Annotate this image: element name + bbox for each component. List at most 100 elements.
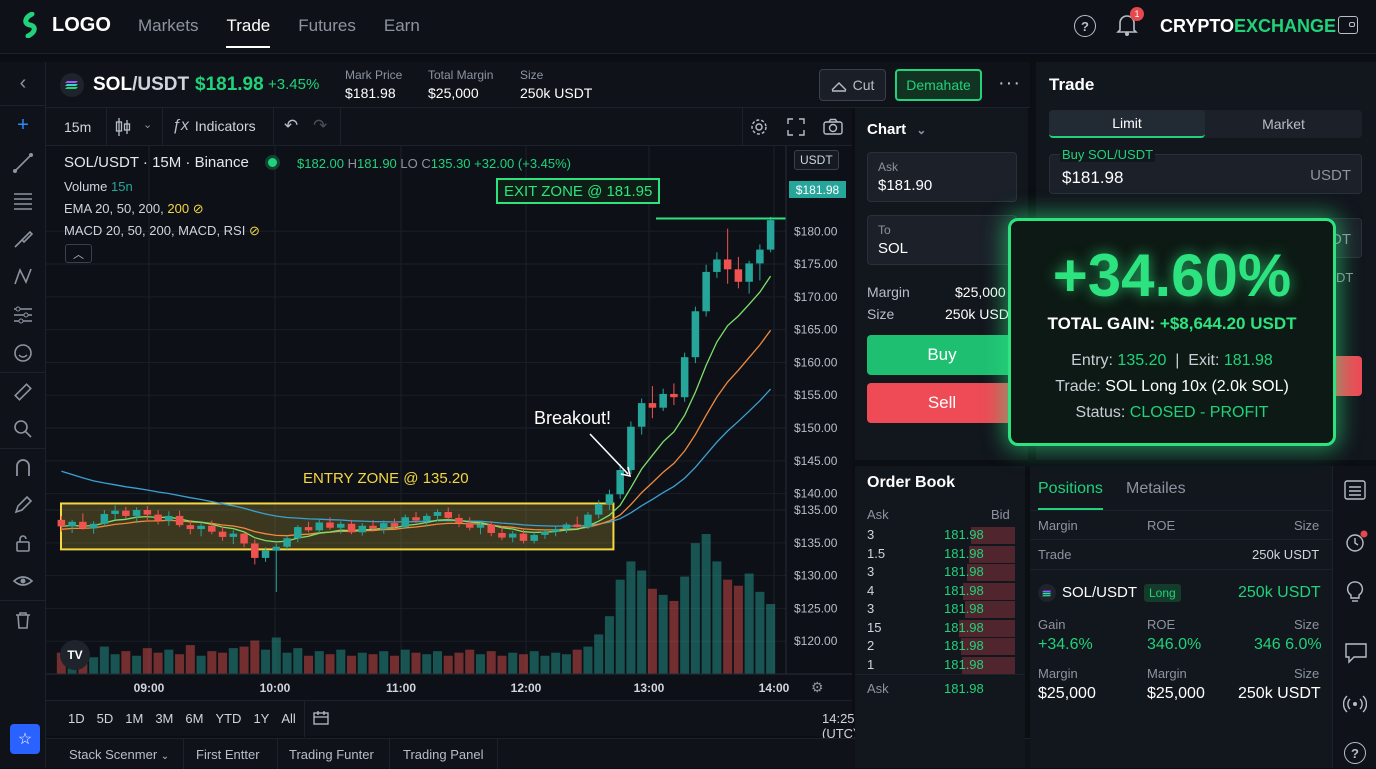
alarm-clock-icon[interactable] — [1344, 530, 1368, 557]
lock-icon[interactable] — [0, 524, 46, 562]
order-book: Order Book Ask Bid 3 181.98 1.5 181.98 3 181.… — [855, 466, 1025, 768]
trendline-icon[interactable] — [0, 144, 46, 182]
volume-bar — [250, 640, 260, 674]
total-gain-label: TOTAL GAIN: — [1047, 314, 1156, 333]
interval-selector[interactable]: 15m — [64, 119, 91, 135]
exit-label: Exit: — [1188, 352, 1220, 369]
timeframe-1y[interactable]: 1Y — [253, 711, 269, 726]
tab-stack-scenmer[interactable]: Stack Scenmer ⌄ — [69, 747, 169, 762]
price-chart[interactable]: $180.00 $175.00 $170.00 $165.00 $160.00 $155.… — [46, 146, 852, 700]
fib-icon[interactable] — [0, 296, 46, 334]
exit-value: 181.98 — [1223, 352, 1273, 369]
cut-button[interactable]: Cut — [819, 69, 886, 101]
order-book-row[interactable]: 1 181.98 — [855, 656, 1015, 675]
volume-bar — [626, 561, 636, 674]
volume-bar — [594, 634, 604, 674]
nav-earn[interactable]: Earn — [384, 16, 420, 48]
camera-icon[interactable] — [822, 117, 844, 140]
size-value: 250k USDT — [1238, 685, 1321, 702]
list-icon[interactable] — [1344, 480, 1366, 503]
tab-market[interactable]: Market — [1205, 110, 1362, 138]
y-tick-label: $130.00 — [794, 569, 838, 583]
demahate-button[interactable]: Demahate — [895, 69, 982, 101]
collapse-legend-icon[interactable]: ︿ — [65, 244, 92, 263]
timeframe-ytd[interactable]: YTD — [215, 711, 241, 726]
order-book-row[interactable]: 3 181.98 — [855, 526, 1015, 545]
trash-icon[interactable] — [0, 600, 46, 638]
help-icon[interactable]: ? — [1074, 15, 1096, 37]
horizontal-lines-icon[interactable] — [0, 182, 46, 220]
notifications-button[interactable]: 1 — [1116, 7, 1144, 39]
legend-ohlc: $182.00 H181.90 LO C135.30 +32.00 (+3.45… — [297, 156, 571, 171]
tab-trading-panel[interactable]: Trading Panel — [403, 747, 483, 762]
ruler-icon[interactable] — [0, 372, 46, 410]
date-range-icon[interactable] — [312, 710, 330, 729]
undo-icon[interactable]: ↶ — [284, 116, 298, 136]
nav-futures[interactable]: Futures — [298, 16, 356, 48]
hide-eye-icon[interactable]: ⊘ — [249, 223, 260, 238]
magnet-icon[interactable] — [0, 448, 46, 486]
volume-bar — [744, 573, 754, 674]
timeframe-1d[interactable]: 1D — [68, 711, 85, 726]
pencil-lock-icon[interactable] — [0, 486, 46, 524]
timeframe-3m[interactable]: 3M — [155, 711, 173, 726]
timeframe-5d[interactable]: 5D — [97, 711, 114, 726]
candle-body — [508, 533, 517, 538]
pattern-icon[interactable] — [0, 258, 46, 296]
fullscreen-icon[interactable] — [786, 117, 806, 140]
order-book-row[interactable]: 4 181.98 — [855, 582, 1015, 601]
size-value: 250k USDT — [945, 306, 1018, 322]
back-arrow-icon[interactable]: ‹ — [0, 62, 46, 106]
tab-metailes[interactable]: Metailes — [1126, 480, 1186, 498]
order-form-panel: Chart ⌄ Ask $181.90 To SOL Margin $25,00… — [855, 108, 1028, 460]
help-icon[interactable]: ? — [1344, 742, 1366, 764]
timeframe-all[interactable]: All — [281, 711, 295, 726]
ask-value: $181.90 — [878, 177, 933, 194]
order-book-row[interactable]: 15 181.98 — [855, 619, 1015, 638]
tab-first-entter[interactable]: First Entter — [196, 747, 260, 762]
favorite-star-icon[interactable]: ☆ — [10, 724, 40, 754]
volume-bar — [218, 652, 228, 674]
buy-price-field[interactable]: Buy SOL/USDT $181.98 USDT — [1049, 147, 1362, 194]
eye-icon[interactable] — [0, 562, 46, 600]
timeframe-1m[interactable]: 1M — [125, 711, 143, 726]
tab-limit[interactable]: Limit — [1049, 110, 1205, 138]
size-value: 346 6.0% — [1254, 636, 1322, 653]
position-pair[interactable]: SOL/USDT — [1062, 584, 1137, 601]
indicators-button[interactable]: ƒx Indicators — [172, 117, 256, 135]
order-book-row[interactable]: 3 181.98 — [855, 563, 1015, 582]
nav-markets[interactable]: Markets — [138, 16, 198, 48]
settings-gear-icon[interactable] — [749, 117, 769, 140]
breakout-arrow — [589, 433, 629, 475]
brush-icon[interactable] — [0, 220, 46, 258]
tab-positions[interactable]: Positions — [1038, 480, 1103, 510]
order-book-row[interactable]: 1.5 181.98 — [855, 545, 1015, 564]
axis-settings-icon[interactable]: ⚙ — [811, 679, 824, 696]
more-icon[interactable]: ··· — [998, 72, 1021, 95]
ask-field[interactable]: Ask $181.90 — [867, 152, 1017, 202]
redo-icon[interactable]: ↷ — [313, 116, 327, 136]
wallet-icon[interactable] — [1338, 16, 1358, 34]
currency-label[interactable]: USDT — [794, 150, 839, 170]
volume-bar — [228, 648, 238, 674]
nav-trade[interactable]: Trade — [226, 16, 271, 48]
buy-button[interactable]: Buy — [867, 335, 1017, 375]
to-field[interactable]: To SOL — [867, 215, 1017, 265]
tab-trading-funter[interactable]: Trading Funter — [289, 747, 374, 762]
logo[interactable]: LOGO — [20, 12, 111, 38]
lightbulb-icon[interactable] — [1345, 580, 1365, 607]
chevron-down-icon[interactable]: ⌄ — [143, 118, 152, 131]
hide-eye-icon[interactable]: ⊘ — [193, 201, 204, 216]
timeframe-6m[interactable]: 6M — [185, 711, 203, 726]
chat-icon[interactable] — [1344, 642, 1368, 667]
pair-name[interactable]: SOL/USDT — [93, 74, 189, 96]
crosshair-icon[interactable]: + — [0, 106, 46, 144]
sell-button[interactable]: Sell — [867, 383, 1017, 423]
order-book-row[interactable]: 2 181.98 — [855, 637, 1015, 656]
zoom-icon[interactable] — [0, 410, 46, 448]
order-book-row[interactable]: 3 181.98 — [855, 600, 1015, 619]
emoji-icon[interactable] — [0, 334, 46, 372]
chart-dropdown[interactable]: Chart ⌄ — [867, 121, 926, 138]
broadcast-icon[interactable] — [1342, 693, 1368, 718]
candle-type-icon[interactable] — [114, 117, 132, 140]
